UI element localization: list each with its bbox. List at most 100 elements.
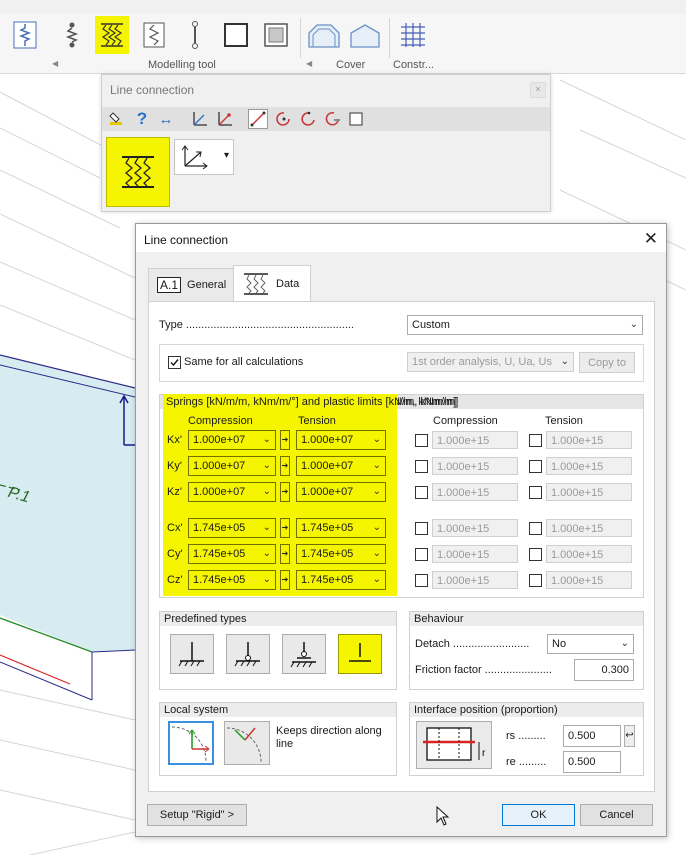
rectangle-select-icon[interactable]	[346, 109, 366, 129]
limit-compression-input[interactable]: 1.000e+15	[432, 483, 518, 501]
tension-spring-input[interactable]: 1.745e+05 ⌄	[296, 544, 386, 564]
local-axis-icon[interactable]	[190, 109, 210, 129]
limit-compression-checkbox[interactable]	[415, 574, 428, 587]
limit-compression-input[interactable]: 1.000e+15	[432, 457, 518, 475]
tab-general-label: General	[187, 279, 227, 291]
double-arrow-icon[interactable]: ↔	[156, 109, 176, 129]
tension-spring-input[interactable]: 1.745e+05 ⌄	[296, 570, 386, 590]
limit-compression-checkbox[interactable]	[415, 522, 428, 535]
rigid-link-button[interactable]	[178, 16, 212, 54]
predefined-spring-button[interactable]	[338, 634, 382, 674]
tension-spring-input[interactable]: 1.745e+05 ⌄	[296, 518, 386, 538]
line-connection-button[interactable]	[95, 16, 129, 54]
compression-spring-input[interactable]: 1.000e+07 ⌄	[188, 456, 276, 476]
copy-arrow-icon[interactable]: ➔	[280, 570, 290, 590]
friction-input[interactable]: 0.300	[574, 659, 634, 681]
toolbar-close-button[interactable]: ×	[530, 82, 546, 98]
surface-spring-button[interactable]	[137, 16, 171, 54]
local-system-fixed-button[interactable]	[168, 721, 214, 765]
same-for-all-checkbox[interactable]	[168, 356, 181, 369]
limit-tension-checkbox[interactable]	[529, 460, 542, 473]
re-input[interactable]: 0.500	[563, 751, 621, 773]
limit-compression-input[interactable]: 1.000e+15	[432, 431, 518, 449]
limit-tension-checkbox[interactable]	[529, 574, 542, 587]
limit-tension-input[interactable]: 1.000e+15	[546, 431, 632, 449]
axis-system-dropdown[interactable]: ▾	[174, 139, 234, 175]
detach-dropdown[interactable]: No ⌄	[547, 634, 634, 654]
square-filled-icon	[264, 23, 288, 47]
rigid-link-icon	[192, 21, 198, 49]
group-label-construction: Constr...	[393, 59, 434, 71]
analysis-dropdown[interactable]: 1st order analysis, U, Ua, Us ⌄	[407, 352, 574, 372]
limit-compression-checkbox[interactable]	[415, 548, 428, 561]
limit-tension-input[interactable]: 1.000e+15	[546, 483, 632, 501]
dialog-close-button[interactable]: ✕	[644, 229, 658, 249]
tension-spring-input[interactable]: 1.000e+07 ⌄	[296, 430, 386, 450]
limit-tension-input[interactable]: 1.000e+15	[546, 457, 632, 475]
limit-tension-column-header: Tension	[545, 415, 583, 427]
compression-spring-input[interactable]: 1.745e+05 ⌄	[188, 570, 276, 590]
type-dropdown[interactable]: Custom ⌄	[407, 315, 643, 335]
limit-tension-checkbox[interactable]	[529, 548, 542, 561]
limit-tension-input[interactable]: 1.000e+15	[546, 545, 632, 563]
multi-spring-icon	[101, 23, 123, 47]
arc-three-point-icon[interactable]	[298, 109, 318, 129]
limit-tension-input[interactable]: 1.000e+15	[546, 519, 632, 537]
group-label-modelling-tool: Modelling tool	[148, 59, 216, 71]
arc-center-icon[interactable]	[274, 109, 294, 129]
tab-data[interactable]: Data	[233, 265, 311, 302]
limit-compression-checkbox[interactable]	[415, 434, 428, 447]
limit-tension-input[interactable]: 1.000e+15	[546, 571, 632, 589]
ok-button[interactable]: OK	[502, 804, 575, 826]
copy-arrow-icon[interactable]: ➔	[280, 544, 290, 564]
copy-to-button[interactable]: Copy to	[579, 352, 635, 373]
predefined-sliding-button[interactable]	[282, 634, 326, 674]
limit-tension-checkbox[interactable]	[529, 522, 542, 535]
tab-general[interactable]: A.1 General	[148, 268, 235, 301]
ribbon-scroll-left-icon[interactable]: ◀	[52, 59, 58, 68]
draw-line-icon[interactable]	[248, 109, 268, 129]
predefined-hinged-button[interactable]	[226, 634, 270, 674]
cover-shell-button[interactable]	[348, 16, 382, 54]
svg-text:r: r	[482, 748, 486, 759]
compression-spring-input[interactable]: 1.745e+05 ⌄	[188, 544, 276, 564]
limit-compression-input[interactable]: 1.000e+15	[432, 519, 518, 537]
compression-spring-input[interactable]: 1.000e+07 ⌄	[188, 482, 276, 502]
compression-spring-input[interactable]: 1.745e+05 ⌄	[188, 518, 276, 538]
line-spring-tool-button[interactable]	[8, 16, 42, 54]
line-spring-type-button[interactable]	[106, 137, 170, 207]
tension-spring-input[interactable]: 1.000e+07 ⌄	[296, 482, 386, 502]
predefined-fixed-button[interactable]	[170, 634, 214, 674]
copy-arrow-icon[interactable]: ➔	[280, 456, 290, 476]
predefined-types-group: Predefined types	[159, 611, 397, 690]
cancel-button[interactable]: Cancel	[580, 804, 653, 826]
limit-compression-checkbox[interactable]	[415, 460, 428, 473]
arc-tangent-icon[interactable]	[322, 109, 342, 129]
construction-grid-button[interactable]	[396, 16, 430, 54]
link-toggle-icon[interactable]: ↩	[624, 725, 635, 747]
limit-tension-checkbox[interactable]	[529, 486, 542, 499]
detach-label: Detach .........................	[415, 638, 530, 650]
setup-rigid-button[interactable]: Setup "Rigid" >	[147, 804, 247, 826]
copy-arrow-icon[interactable]: ➔	[280, 430, 290, 450]
limit-compression-input[interactable]: 1.000e+15	[432, 545, 518, 563]
paint-bucket-icon[interactable]	[106, 109, 126, 129]
rs-input[interactable]: 0.500	[563, 725, 621, 747]
region-button[interactable]	[219, 16, 253, 54]
limit-compression-input[interactable]: 1.000e+15	[432, 571, 518, 589]
global-axis-icon[interactable]	[215, 109, 235, 129]
filled-region-button[interactable]	[259, 16, 293, 54]
chevron-down-icon: ⌄	[620, 638, 629, 649]
row-label: Cx'	[167, 522, 183, 534]
compression-spring-input[interactable]: 1.000e+07 ⌄	[188, 430, 276, 450]
limit-compression-checkbox[interactable]	[415, 486, 428, 499]
copy-arrow-icon[interactable]: ➔	[280, 518, 290, 538]
local-system-tangent-button[interactable]	[224, 721, 270, 765]
limit-tension-checkbox[interactable]	[529, 434, 542, 447]
cover-roof-button[interactable]	[307, 16, 341, 54]
copy-arrow-icon[interactable]: ➔	[280, 482, 290, 502]
tension-spring-input[interactable]: 1.000e+07 ⌄	[296, 456, 386, 476]
point-spring-button[interactable]	[55, 16, 89, 54]
help-icon[interactable]: ?	[132, 109, 152, 129]
ribbon-scroll-left-icon[interactable]: ◀	[306, 59, 312, 68]
